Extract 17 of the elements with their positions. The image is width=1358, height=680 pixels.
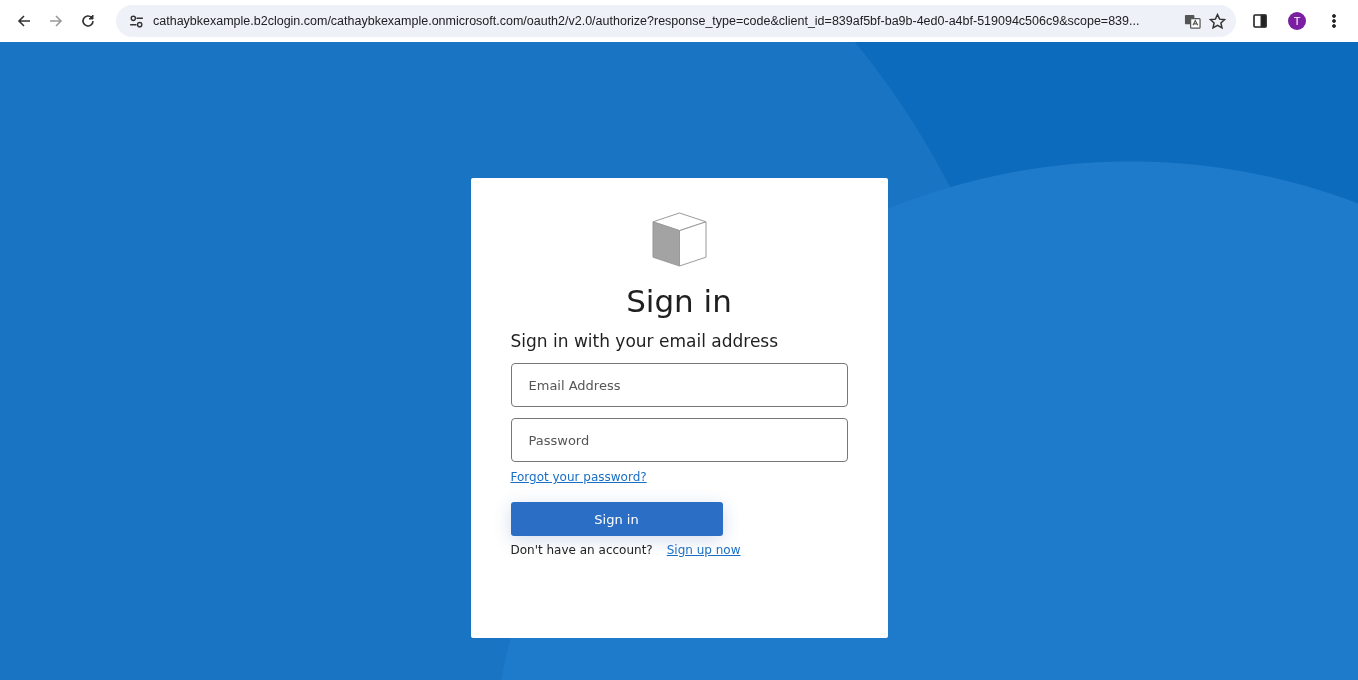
- sign-in-button[interactable]: Sign in: [510, 502, 723, 536]
- signup-prompt: Don't have an account?: [510, 543, 653, 557]
- subtitle: Sign in with your email address: [510, 331, 779, 351]
- sign-up-link[interactable]: Sign up now: [666, 543, 741, 557]
- side-panel-icon[interactable]: [1252, 13, 1268, 29]
- email-field[interactable]: Email Address: [510, 363, 848, 407]
- cube-icon: [651, 212, 707, 267]
- url-text: cathaybkexample.b2clogin.com/cathaybkexample.onmicrosoft.com/oauth2/v2.0/authorize?response_type=code&client_id=839af5bf-ba9b-4ed0-a4bf-519094c506c9&scope=839...: [153, 14, 1141, 28]
- password-field[interactable]: Password: [510, 418, 848, 462]
- profile-avatar[interactable]: T: [1288, 12, 1306, 30]
- forgot-password-link[interactable]: Forgot your password?: [510, 470, 647, 484]
- page-title: Sign in: [626, 283, 732, 319]
- address-bar[interactable]: cathaybkexample.b2clogin.com/cathaybkexample.onmicrosoft.com/oauth2/v2.0/authorize?response_type=code&client_id=839af5bf-ba9b-4ed0-a4bf-519094c506c9&scope=839...: [116, 5, 1236, 37]
- reload-icon[interactable]: [80, 13, 96, 29]
- star-icon[interactable]: [1209, 12, 1226, 30]
- back-icon[interactable]: [16, 13, 32, 29]
- translate-icon[interactable]: [1184, 12, 1201, 30]
